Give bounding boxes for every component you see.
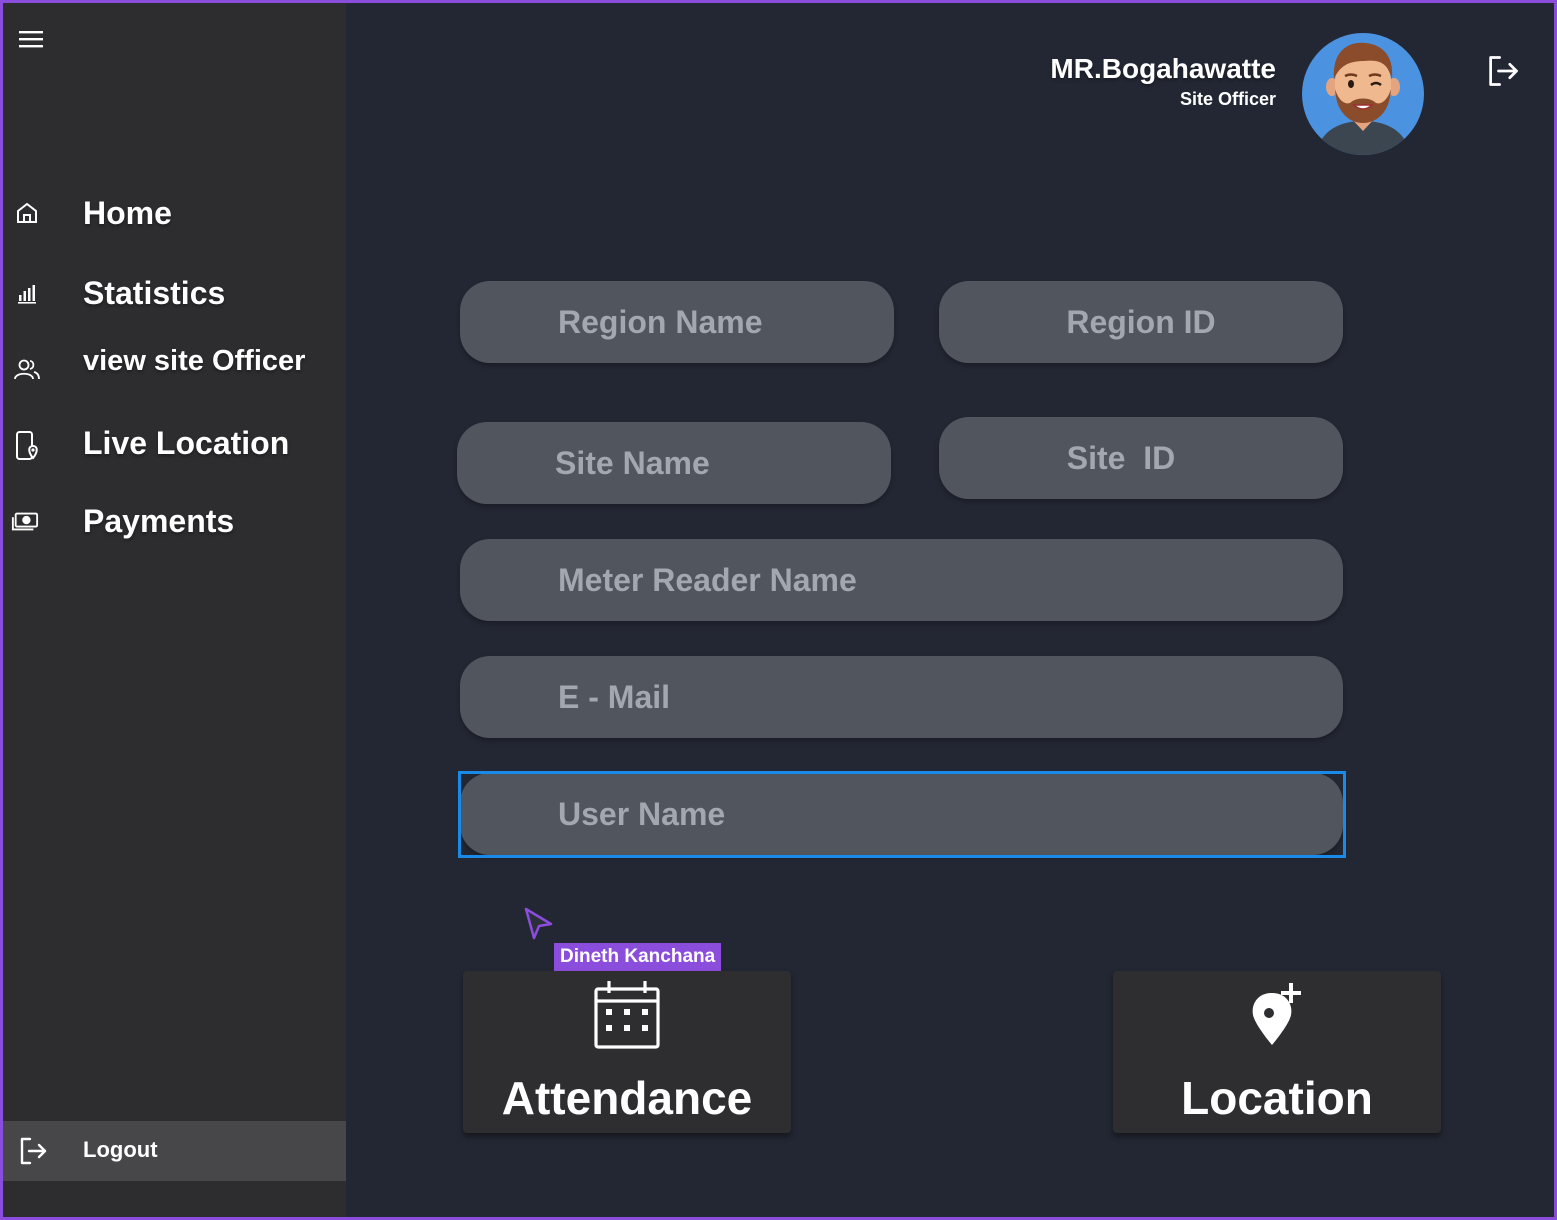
sidebar-item-label: Statistics bbox=[83, 274, 226, 311]
user-role: Site Officer bbox=[1179, 89, 1276, 109]
sidebar-logout-button[interactable]: Logout bbox=[3, 1121, 346, 1181]
user-name: MR.Bogahawatte bbox=[1050, 53, 1276, 84]
add-location-icon bbox=[1239, 977, 1315, 1053]
sidebar-item-payments[interactable]: Payments bbox=[3, 493, 346, 549]
attendance-label: Attendance bbox=[501, 1072, 753, 1124]
pointer-cursor-icon bbox=[523, 906, 555, 942]
sidebar-item-live-location[interactable]: Live Location bbox=[3, 415, 346, 471]
logout-icon bbox=[17, 1135, 49, 1167]
sidebar-item-home[interactable]: Home bbox=[3, 185, 346, 241]
location-button[interactable]: Location bbox=[1113, 971, 1441, 1133]
users-icon bbox=[13, 355, 41, 383]
calendar-icon bbox=[589, 977, 665, 1053]
header-logout-button[interactable] bbox=[1485, 53, 1521, 89]
location-label: Location bbox=[1181, 1072, 1373, 1124]
site-name-input[interactable] bbox=[457, 422, 891, 504]
sidebar-item-view-site-officer[interactable]: view site Officer bbox=[3, 333, 346, 389]
sidebar: Home Statistics view site Officer Live L… bbox=[3, 3, 346, 1217]
sidebar-item-label: Home bbox=[83, 194, 172, 231]
sidebar-item-label: Payments bbox=[83, 502, 235, 539]
bar-chart-icon bbox=[13, 279, 41, 307]
cash-icon bbox=[11, 507, 39, 535]
region-name-input[interactable] bbox=[460, 281, 894, 363]
sidebar-item-statistics[interactable]: Statistics bbox=[3, 265, 346, 321]
region-id-input[interactable] bbox=[939, 281, 1343, 363]
app-frame: Home Statistics view site Officer Live L… bbox=[0, 0, 1557, 1220]
home-icon bbox=[13, 199, 41, 227]
selection-outline bbox=[458, 771, 1346, 858]
phone-location-icon bbox=[13, 431, 41, 461]
logout-icon bbox=[1489, 56, 1518, 86]
avatar-icon[interactable] bbox=[1302, 33, 1424, 155]
logout-label: Logout bbox=[83, 1137, 158, 1162]
meter-reader-name-input[interactable] bbox=[460, 539, 1343, 621]
email-field[interactable] bbox=[460, 656, 1343, 738]
attendance-button[interactable]: Attendance bbox=[463, 971, 791, 1133]
hamburger-icon[interactable] bbox=[17, 27, 45, 51]
site-id-input[interactable] bbox=[939, 417, 1343, 499]
sidebar-item-label: Live Location bbox=[83, 424, 290, 461]
collaborator-name-tag: Dineth Kanchana bbox=[554, 943, 722, 971]
sidebar-item-label: view site Officer bbox=[83, 344, 306, 377]
